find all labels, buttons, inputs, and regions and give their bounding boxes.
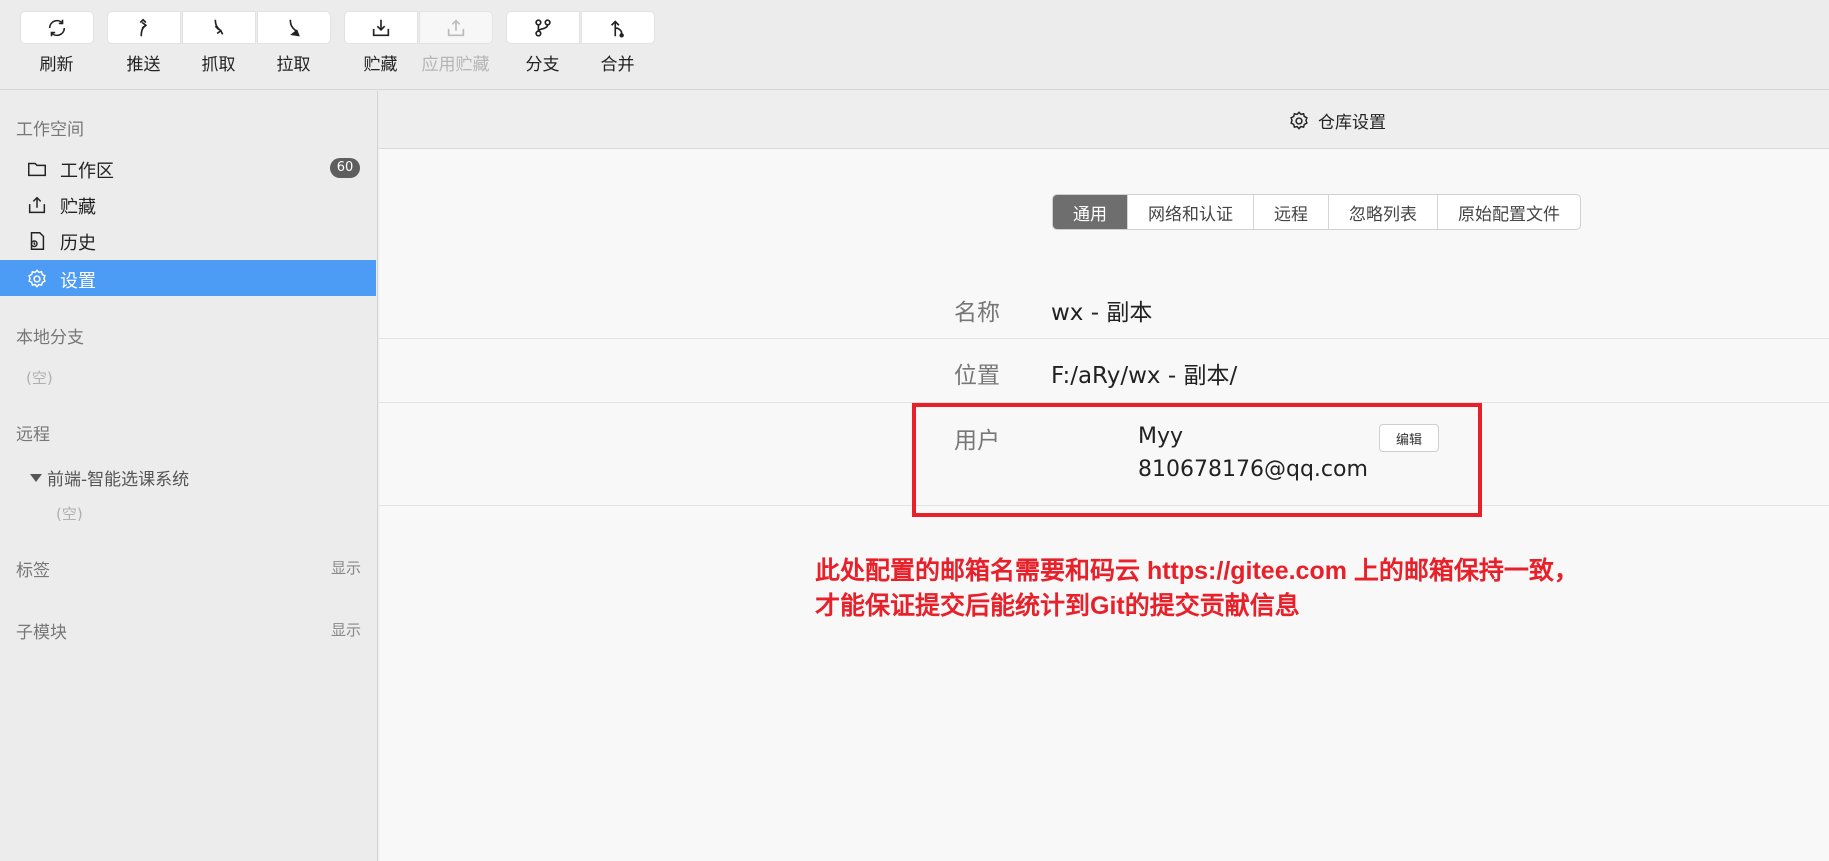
name-label: 名称 (954, 300, 1000, 326)
local-branches-empty: (空) (26, 369, 53, 387)
gear-icon (1290, 110, 1308, 130)
annotation-line-2: 才能保证提交后能统计到Git的提交贡献信息 (815, 592, 1300, 620)
tab-ignore-list[interactable]: 忽略列表 (1328, 195, 1437, 229)
sidebar-item-settings[interactable]: 设置 (0, 260, 376, 296)
merge-icon[interactable] (580, 11, 655, 44)
fetch-icon[interactable] (181, 11, 256, 44)
push-icon[interactable] (106, 11, 181, 44)
sidebar-item-label: 设置 (60, 271, 96, 292)
expand-triangle-icon[interactable] (30, 473, 42, 482)
submodules-section-title: 子模块 (16, 623, 67, 643)
fetch-button[interactable]: 抓取 (181, 11, 256, 75)
remote-item[interactable]: 前端-智能选课系统 (30, 465, 189, 490)
stash-group: 贮藏 应用贮藏 (343, 11, 493, 75)
submodules-show-button[interactable]: 显示 (331, 619, 361, 640)
settings-tabs: 通用 网络和认证 远程 忽略列表 原始配置文件 (1052, 194, 1581, 230)
location-label: 位置 (954, 363, 1000, 389)
annotation-line-1: 此处配置的邮箱名需要和码云 https://gitee.com 上的邮箱保持一致… (815, 557, 1579, 585)
row-divider (379, 338, 1829, 339)
changes-count-badge: 60 (330, 158, 360, 178)
tab-general[interactable]: 通用 (1053, 195, 1127, 229)
tab-raw-config[interactable]: 原始配置文件 (1437, 195, 1580, 229)
stash-icon (28, 196, 46, 214)
annotation-note: 此处配置的邮箱名需要和码云 https://gitee.com 上的邮箱保持一致… (815, 554, 1715, 624)
branch-group: 分支 合并 (505, 11, 655, 75)
local-branches-section-title: 本地分支 (16, 328, 84, 348)
sidebar-item-stash[interactable]: 贮藏 (0, 186, 376, 222)
apply-stash-label: 应用贮藏 (421, 55, 490, 75)
pull-button[interactable]: 拉取 (256, 11, 331, 75)
history-icon (30, 232, 45, 250)
stash-icon[interactable] (343, 11, 418, 44)
location-value: F:/aRy/wx - 副本/ (1051, 363, 1238, 389)
highlight-box (912, 403, 1482, 517)
push-label: 推送 (126, 55, 161, 75)
tab-remotes[interactable]: 远程 (1253, 195, 1328, 229)
tab-network-auth[interactable]: 网络和认证 (1127, 195, 1253, 229)
branch-icon[interactable] (505, 11, 580, 44)
sidebar-item-history[interactable]: 历史 (0, 222, 376, 258)
folder-icon (28, 162, 46, 177)
stash-button[interactable]: 贮藏 (343, 11, 418, 75)
refresh-group: 刷新 (19, 11, 94, 75)
toolbar: 刷新 推送 抓取 拉取 贮藏 应用贮藏 分支 合并 (0, 0, 1829, 90)
push-button[interactable]: 推送 (106, 11, 181, 75)
sidebar: 工作空间 工作区 60 贮藏 历史 设置 本地分支 (空) 远程 前端-智能选课… (0, 91, 378, 861)
workspace-section-title: 工作空间 (16, 120, 84, 140)
refresh-label: 刷新 (39, 55, 74, 75)
tags-show-button[interactable]: 显示 (331, 557, 361, 578)
refresh-button[interactable]: 刷新 (19, 11, 94, 75)
remote-ops-group: 推送 抓取 拉取 (106, 11, 331, 75)
sidebar-item-label: 历史 (60, 233, 96, 254)
main-header: 仓库设置 (379, 91, 1829, 149)
remote-branches-empty: (空) (56, 505, 83, 523)
refresh-icon[interactable] (19, 11, 94, 44)
branch-label: 分支 (525, 55, 560, 75)
gear-icon (28, 269, 46, 288)
sidebar-item-label: 贮藏 (60, 197, 96, 218)
apply-stash-button[interactable]: 应用贮藏 (418, 11, 493, 75)
merge-button[interactable]: 合并 (580, 11, 655, 75)
remotes-section-title: 远程 (16, 425, 50, 445)
page-title: 仓库设置 (1288, 108, 1386, 133)
pull-label: 拉取 (276, 55, 311, 75)
page-title-text: 仓库设置 (1318, 113, 1386, 133)
sidebar-item-label: 工作区 (60, 161, 114, 182)
merge-label: 合并 (600, 55, 635, 75)
name-value: wx - 副本 (1051, 300, 1153, 326)
apply-stash-icon[interactable] (418, 11, 493, 44)
pull-icon[interactable] (256, 11, 331, 44)
sidebar-item-workspace[interactable]: 工作区 60 (0, 150, 376, 186)
remote-name: 前端-智能选课系统 (47, 470, 190, 490)
fetch-label: 抓取 (201, 55, 236, 75)
branch-button[interactable]: 分支 (505, 11, 580, 75)
stash-label: 贮藏 (363, 55, 398, 75)
tags-section-title: 标签 (16, 561, 50, 581)
